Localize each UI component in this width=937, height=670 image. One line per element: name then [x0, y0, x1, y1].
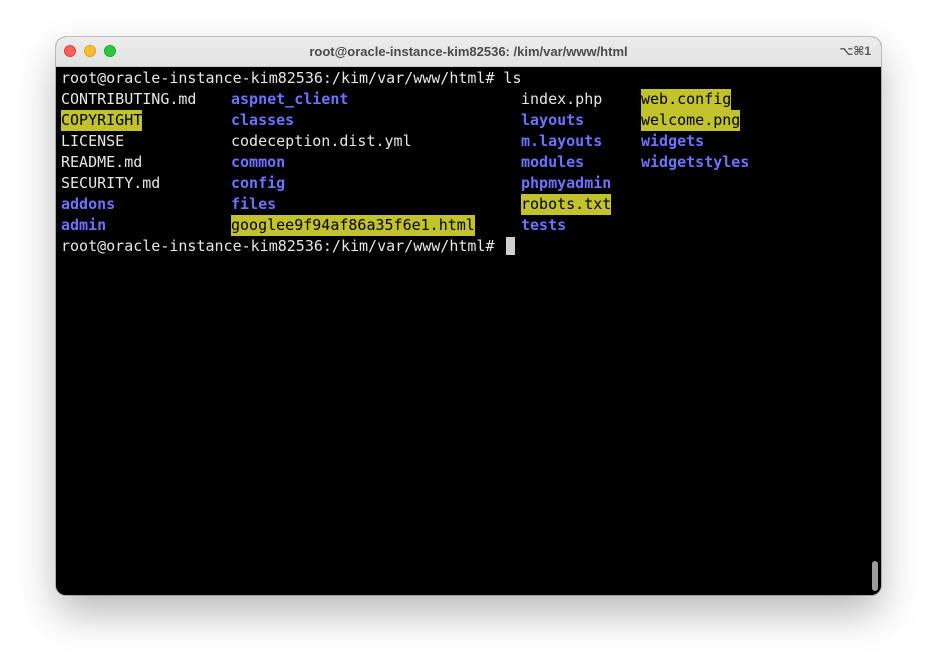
file-entry: phpmyadmin [521, 174, 612, 192]
file-entry: admin [61, 216, 107, 234]
file-entry: README.md [61, 153, 143, 171]
file-entry: index.php [521, 90, 603, 108]
window-shortcut: ⌥⌘1 [839, 44, 871, 58]
file-entry: aspnet_client [231, 90, 349, 108]
file-entry: web.config [641, 89, 732, 110]
file-entry: LICENSE [61, 132, 125, 150]
file-entry: widgets [641, 132, 705, 150]
file-entry: m.layouts [521, 132, 603, 150]
file-entry: common [231, 153, 286, 171]
current-prompt-line[interactable]: root@oracle-instance-kim82536:/kim/var/w… [61, 236, 515, 257]
file-entry: addons [61, 195, 116, 213]
file-entry: widgetstyles [641, 153, 750, 171]
scrollbar-thumb[interactable] [872, 561, 878, 591]
file-entry: tests [521, 216, 567, 234]
terminal-window: root@oracle-instance-kim82536: /kim/var/… [56, 37, 881, 595]
file-entry: COPYRIGHT [61, 110, 143, 131]
title-bar[interactable]: root@oracle-instance-kim82536: /kim/var/… [56, 37, 881, 67]
prompt-ls-command: root@oracle-instance-kim82536:/kim/var/w… [61, 69, 522, 87]
file-entry: layouts [521, 111, 585, 129]
file-entry: CONTRIBUTING.md [61, 90, 197, 108]
window-title: root@oracle-instance-kim82536: /kim/var/… [309, 44, 628, 59]
file-entry: config [231, 174, 286, 192]
file-entry: files [231, 195, 277, 213]
file-entry: SECURITY.md [61, 174, 161, 192]
current-prompt: root@oracle-instance-kim82536:/kim/var/w… [61, 237, 504, 255]
file-entry: codeception.dist.yml [231, 132, 412, 150]
file-entry: robots.txt [521, 194, 612, 215]
file-entry: modules [521, 153, 585, 171]
terminal-output[interactable]: root@oracle-instance-kim82536:/kim/var/w… [56, 67, 881, 595]
file-entry: classes [231, 111, 295, 129]
file-entry: googlee9f94af86a35f6e1.html [231, 215, 475, 236]
file-entry: welcome.png [641, 110, 741, 131]
text-cursor [505, 237, 515, 255]
